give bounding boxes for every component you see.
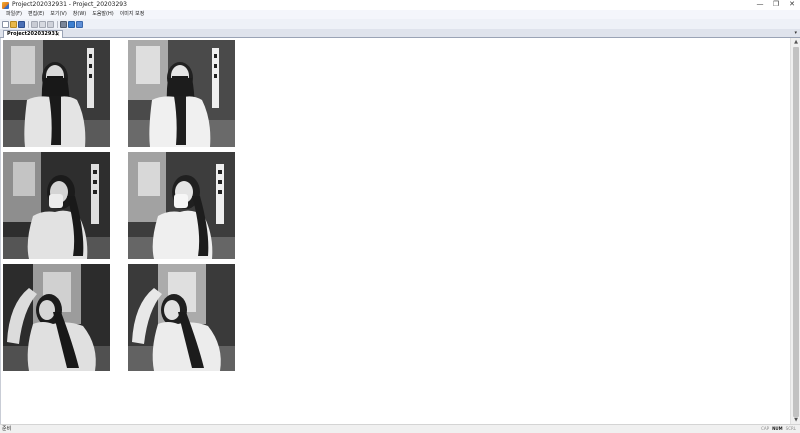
tab-document[interactable]: Project202032931 ✕ [3,30,63,38]
open-folder-icon[interactable] [10,20,17,28]
toolbar-separator [57,20,58,28]
minimize-button[interactable]: — [752,0,768,10]
copy-icon[interactable] [39,20,46,28]
menu-edit[interactable]: 편집(E) [28,10,44,19]
print-icon[interactable] [60,20,67,28]
save-icon[interactable] [18,20,25,28]
menu-window[interactable]: 창(W) [73,10,86,19]
help-icon[interactable] [76,20,83,28]
cut-icon[interactable] [31,20,38,28]
app-logo-icon [2,1,9,9]
tab-document-label: Project202032931 [7,31,59,37]
window-title: Project202032931 - Project_20203293 [12,1,127,8]
menu-bar: 파일(F) 편집(E) 보기(V) 창(W) 도움말(H) 이미지 보정 [0,10,800,19]
menu-help[interactable]: 도움말(H) [92,10,113,19]
scroll-down-icon[interactable]: ▼ [791,416,800,424]
close-button[interactable]: ✕ [784,0,800,10]
image-view-area [0,38,790,424]
scroll-thumb[interactable] [793,47,799,417]
image-processed-3 [128,264,235,371]
scroll-up-icon[interactable]: ▲ [791,38,800,46]
new-file-icon[interactable] [2,20,9,28]
image-original-2 [3,152,110,259]
status-text: 준비 [2,426,12,432]
vertical-scrollbar[interactable]: ▲ ▼ [790,38,800,424]
app-window: Project202032931 - Project_20203293 — ❐ … [0,0,800,433]
image-original-1 [3,40,110,147]
title-bar: Project202032931 - Project_20203293 — ❐ … [0,0,800,10]
document-tab-strip: Project202032931 ✕ ▾ [0,29,800,38]
tab-close-icon[interactable]: ✕ [55,31,60,38]
window-controls: — ❐ ✕ [752,0,800,10]
maximize-button[interactable]: ❐ [768,0,784,10]
image-processed-1 [128,40,235,147]
about-icon[interactable] [68,20,75,28]
image-processed-2 [128,152,235,259]
menu-file[interactable]: 파일(F) [6,10,22,19]
image-original-3 [3,264,110,371]
tab-list-dropdown-icon[interactable]: ▾ [794,30,797,37]
scroll-lock-indicator: SCRL [785,426,796,431]
menu-view[interactable]: 보기(V) [50,10,67,19]
status-indicators: CAP NUM SCRL [758,425,796,433]
status-bar: 준비 CAP NUM SCRL [0,424,800,433]
num-lock-indicator: NUM [772,426,783,431]
paste-icon[interactable] [47,20,54,28]
caps-lock-indicator: CAP [761,426,770,431]
toolbar-separator [28,20,29,28]
toolbar [0,19,800,29]
menu-image-correction[interactable]: 이미지 보정 [120,10,145,19]
